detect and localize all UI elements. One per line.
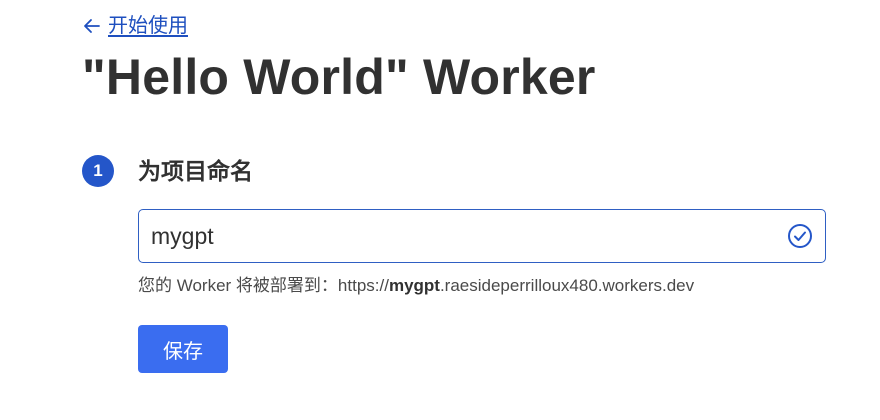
- deploy-url-helper: 您的 Worker 将被部署到：https://mygpt.raesideper…: [138, 273, 694, 299]
- helper-suffix: .raesideperrilloux480.workers.dev: [439, 276, 695, 295]
- step-title: 为项目命名: [138, 158, 253, 184]
- save-button[interactable]: 保存: [138, 325, 228, 373]
- project-name-input[interactable]: [151, 222, 787, 250]
- check-circle-icon: [787, 223, 813, 249]
- page-title: "Hello World" Worker: [82, 49, 596, 105]
- helper-prefix: 您的 Worker 将被部署到：https://: [138, 276, 389, 295]
- project-name-field[interactable]: [138, 209, 826, 263]
- back-link[interactable]: 开始使用: [82, 12, 188, 40]
- back-link-label: 开始使用: [108, 15, 188, 37]
- step-number-badge: 1: [82, 155, 114, 187]
- arrow-left-icon: [82, 16, 102, 36]
- helper-subdomain: mygpt: [388, 276, 440, 295]
- step-header: 1 为项目命名: [82, 154, 253, 188]
